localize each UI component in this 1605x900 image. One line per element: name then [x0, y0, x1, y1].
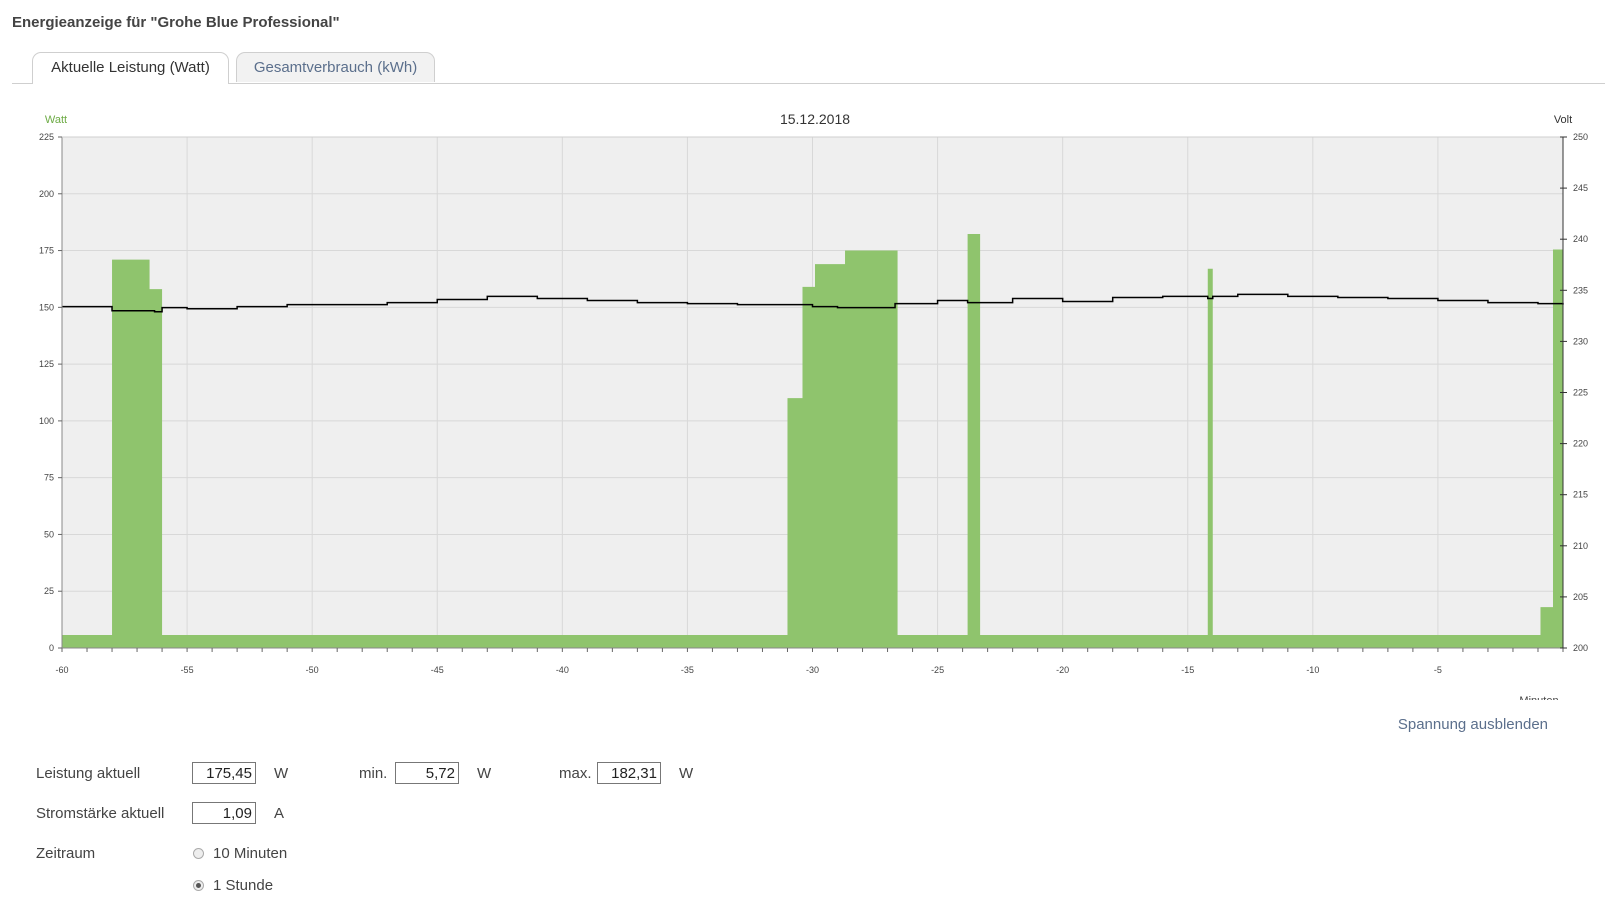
- current-value: 1,09: [192, 802, 256, 824]
- max-value: 182,31: [597, 762, 661, 784]
- x-tick-label: -35: [681, 665, 694, 675]
- x-tick-label: -45: [431, 665, 444, 675]
- x-axis-label: Minuten: [1519, 695, 1558, 700]
- power-current-value: 175,45: [192, 762, 256, 784]
- y-axis-label-volt: Volt: [1554, 114, 1572, 126]
- x-tick-label: -20: [1056, 665, 1069, 675]
- tab-bar: Aktuelle Leistung (Watt) Gesamtverbrauch…: [12, 52, 1605, 84]
- period-option-1h-label[interactable]: 1 Stunde: [213, 877, 273, 894]
- y-tick-label: 125: [39, 359, 54, 369]
- x-tick-label: -40: [556, 665, 569, 675]
- x-tick-label: -50: [306, 665, 319, 675]
- period-radio-10min[interactable]: [193, 848, 204, 859]
- y-axis-label-watt: Watt: [45, 114, 67, 126]
- x-tick-label: -5: [1434, 665, 1442, 675]
- y2-tick-label: 230: [1573, 336, 1588, 346]
- y2-tick-label: 235: [1573, 285, 1588, 295]
- y2-tick-label: 200: [1573, 643, 1588, 653]
- x-tick-label: -30: [806, 665, 819, 675]
- y-tick-label: 225: [39, 132, 54, 142]
- y2-tick-label: 250: [1573, 132, 1588, 142]
- x-tick-label: -10: [1306, 665, 1319, 675]
- y-tick-label: 75: [44, 473, 54, 483]
- y-tick-label: 0: [49, 643, 54, 653]
- y2-tick-label: 240: [1573, 234, 1588, 244]
- power-current-label: Leistung aktuell: [36, 765, 141, 782]
- max-unit: W: [679, 765, 694, 782]
- period-radio-1h[interactable]: [193, 880, 204, 891]
- x-tick-label: -15: [1181, 665, 1194, 675]
- y2-tick-label: 215: [1573, 490, 1588, 500]
- y-tick-label: 50: [44, 529, 54, 539]
- y2-tick-label: 245: [1573, 183, 1588, 193]
- toggle-voltage-link[interactable]: Spannung ausblenden: [1398, 716, 1548, 733]
- current-unit: A: [274, 805, 285, 822]
- y-tick-label: 100: [39, 416, 54, 426]
- y2-tick-label: 205: [1573, 592, 1588, 602]
- power-chart: -60 -55 -50 -45 -40 -35 -30 -25 -20 -15 -10 -502550…: [39, 111, 1588, 700]
- y-tick-label: 200: [39, 189, 54, 199]
- tab-total-consumption[interactable]: Gesamtverbrauch (kWh): [236, 52, 435, 82]
- power-current-unit: W: [274, 765, 289, 782]
- y-tick-label: 175: [39, 246, 54, 256]
- tab-current-power[interactable]: Aktuelle Leistung (Watt): [32, 52, 229, 84]
- page-title: Energieanzeige für "Grohe Blue Professio…: [12, 14, 340, 31]
- current-label: Stromstärke aktuell: [36, 805, 165, 822]
- x-tick-label: -55: [181, 665, 194, 675]
- period-option-10min-label[interactable]: 10 Minuten: [213, 845, 287, 862]
- min-label: min.: [359, 765, 388, 782]
- y2-tick-label: 220: [1573, 439, 1588, 449]
- min-value: 5,72: [395, 762, 459, 784]
- y-tick-label: 150: [39, 302, 54, 312]
- chart-title: 15.12.2018: [780, 111, 850, 127]
- y-tick-label: 25: [44, 586, 54, 596]
- y2-tick-label: 225: [1573, 388, 1588, 398]
- min-unit: W: [477, 765, 492, 782]
- y2-tick-label: 210: [1573, 541, 1588, 551]
- x-tick-label: -25: [931, 665, 944, 675]
- max-label: max.: [559, 765, 592, 782]
- x-tick-label: -60: [55, 665, 68, 675]
- period-label: Zeitraum: [36, 845, 96, 862]
